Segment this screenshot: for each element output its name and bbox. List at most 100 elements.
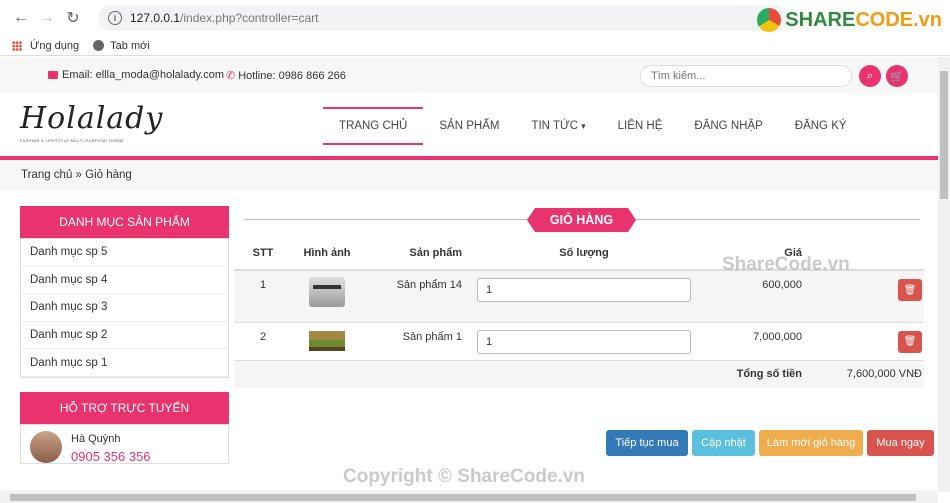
forward-button[interactable]: →: [34, 5, 60, 31]
category-heading: DANH MỤC SẢN PHẨM: [20, 206, 229, 238]
chevron-down-icon: ▾: [581, 120, 586, 131]
row-action: 🗑: [804, 270, 924, 322]
nav-news[interactable]: TIN TỨC ▾: [515, 107, 601, 145]
logo-tagline: FASHION & LIFESTYLE MULTI-PURPOSE THEME: [20, 138, 125, 143]
url-host: 127.0.0.1: [130, 11, 181, 25]
top-contact-bar: Email: ellla_moda@holalady.com ✆ Hotline:…: [0, 57, 938, 93]
info-icon[interactable]: i: [108, 11, 122, 25]
back-button[interactable]: ←: [8, 5, 34, 31]
apps-grid-icon: [12, 40, 22, 51]
category-list: Danh mục sp 5 Danh mục sp 4 Danh mục sp …: [20, 238, 229, 378]
row-price: 7,000,000: [696, 321, 804, 360]
phone-icon: ✆: [226, 70, 236, 82]
table-row: 1 Sản phẩm 14 600,000 🗑: [234, 270, 924, 322]
quantity-input[interactable]: [477, 329, 691, 354]
col-image: Hình ảnh: [292, 236, 362, 271]
contact-email: Email: ellla_moda@holalady.com: [48, 69, 224, 81]
reset-cart-button[interactable]: Làm mới giỏ hàng: [759, 430, 863, 456]
category-item[interactable]: Danh mục sp 2: [21, 322, 228, 350]
product-image-landscape[interactable]: [309, 330, 345, 351]
hotline-text: Hotline: 0986 866 266: [238, 69, 346, 82]
nav-login[interactable]: ĐĂNG NHẬP: [678, 107, 778, 145]
support-box: Hà Quỳnh 0905 356 356: [20, 423, 229, 464]
row-action: 🗑: [804, 321, 924, 360]
sharecode-logo-icon: [757, 8, 782, 32]
total-label: Tổng số tiền: [696, 359, 804, 388]
bookmark-apps-label: Ứng dụng: [30, 39, 80, 52]
bookmark-new-tab[interactable]: Tab mới: [93, 40, 150, 52]
vertical-scroll-thumb[interactable]: [940, 71, 948, 199]
category-item[interactable]: Danh mục sp 1: [21, 349, 228, 377]
email-text: Email: ellla_moda@holalady.com: [62, 69, 224, 81]
nav-register[interactable]: ĐĂNG KÝ: [779, 107, 863, 145]
col-qty: Số lượng: [472, 236, 696, 271]
cart-button[interactable]: 🛒: [886, 65, 908, 87]
contact-hotline: ✆ Hotline: 0986 866 266: [226, 69, 346, 83]
nav-contact[interactable]: LIÊN HỆ: [602, 107, 679, 145]
avatar: [30, 430, 62, 463]
delete-button[interactable]: 🗑: [898, 279, 922, 301]
row-image: [292, 270, 362, 322]
delete-button[interactable]: 🗑: [898, 330, 922, 353]
row-qty-cell: [472, 321, 696, 360]
category-item[interactable]: Danh mục sp 5: [21, 239, 228, 267]
horizontal-scrollbar[interactable]: [0, 492, 938, 503]
nav-news-label: TIN TỨC: [531, 120, 579, 132]
site-header: Holalady FASHION & LIFESTYLE MULTI-PURPO…: [0, 93, 938, 160]
row-image: [292, 321, 362, 360]
logo-share-text: SHARE: [785, 8, 856, 31]
bookmark-apps[interactable]: Ứng dụng: [12, 40, 79, 52]
envelope-icon: [48, 71, 58, 79]
col-product: Sản phẩm: [362, 236, 472, 271]
logo-code-text: CODE.vn: [855, 8, 942, 31]
cart-actions: Tiếp tục mua Cập nhật Làm mới giỏ hàng M…: [606, 430, 934, 456]
search-icon: ⌕: [866, 69, 874, 82]
support-phone[interactable]: 0905 356 356: [71, 449, 151, 464]
cart-panel: GIỎ HÀNG STT Hình ảnh Sản phẩm Số lượng …: [234, 206, 924, 388]
cart-title: GIỎ HÀNG: [527, 208, 636, 232]
bookmarks-bar: Ứng dụng Tab mới: [0, 36, 950, 56]
globe-icon: [93, 40, 105, 51]
row-stt: 1: [234, 270, 292, 322]
table-row: 2 Sản phẩm 1 7,000,000 🗑: [234, 321, 924, 360]
sidebar: DANH MỤC SẢN PHẨM Danh mục sp 5 Danh mục…: [20, 206, 229, 464]
row-product: Sản phẩm 14: [362, 270, 472, 322]
browser-toolbar: ← → ↻ i 127.0.0.1/index.php?controller=c…: [0, 0, 950, 36]
buy-now-button[interactable]: Mua ngay: [867, 430, 934, 456]
row-stt: 2: [234, 321, 292, 360]
main-nav: TRANG CHỦ SẢN PHẨM TIN TỨC ▾ LIÊN HỆ ĐĂNG…: [323, 107, 863, 145]
total-value: 7,600,000 VNĐ: [804, 359, 924, 388]
row-price: 600,000: [696, 270, 804, 322]
search-input[interactable]: [640, 65, 852, 87]
watermark-center: ShareCode.vn: [722, 254, 850, 275]
category-item[interactable]: Danh mục sp 4: [21, 267, 228, 295]
support-name: Hà Quỳnh: [71, 432, 121, 445]
nav-products[interactable]: SẢN PHẨM: [423, 107, 515, 145]
row-qty-cell: [472, 270, 696, 322]
cart-icon: 🛒: [890, 70, 904, 83]
category-item[interactable]: Danh mục sp 3: [21, 294, 228, 322]
sharecode-logo: SHARE CODE.vn: [757, 8, 942, 32]
watermark-bottom: Copyright © ShareCode.vn: [343, 466, 586, 487]
continue-shopping-button[interactable]: Tiếp tục mua: [606, 430, 688, 456]
search-button[interactable]: ⌕: [859, 65, 881, 87]
logo-script: Holalady: [20, 101, 164, 136]
product-image-printer[interactable]: [309, 277, 345, 307]
reload-button[interactable]: ↻: [60, 5, 86, 31]
address-bar[interactable]: i 127.0.0.1/index.php?controller=cart: [98, 5, 788, 31]
trash-icon: 🗑: [903, 336, 917, 347]
breadcrumb: Trang chủ » Giỏ hàng: [0, 160, 938, 190]
nav-home[interactable]: TRANG CHỦ: [323, 107, 424, 145]
vertical-scrollbar[interactable]: [938, 57, 950, 492]
cart-title-wrap: GIỎ HÀNG: [234, 206, 924, 236]
support-heading: HỖ TRỢ TRỰC TUYẾN: [20, 391, 229, 424]
update-cart-button[interactable]: Cập nhật: [692, 430, 755, 456]
quantity-input[interactable]: [477, 278, 691, 302]
bookmark-new-tab-label: Tab mới: [110, 39, 150, 52]
trash-icon: 🗑: [903, 284, 917, 296]
col-stt: STT: [234, 236, 292, 271]
total-spacer: [234, 359, 696, 388]
row-product: Sản phẩm 1: [362, 321, 472, 360]
site-logo[interactable]: Holalady FASHION & LIFESTYLE MULTI-PURPO…: [20, 101, 164, 153]
horizontal-scroll-thumb[interactable]: [10, 494, 916, 501]
